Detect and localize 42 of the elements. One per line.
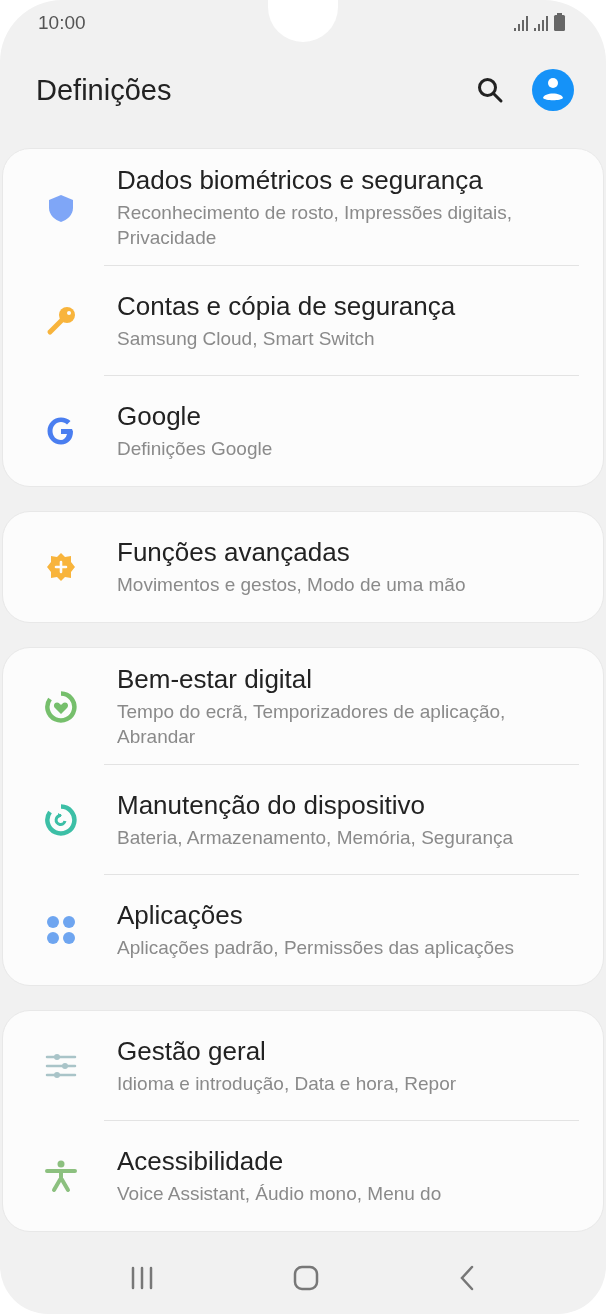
settings-item[interactable]: Bem-estar digital Tempo do ecrã, Temporizadores de aplicação, Abrandar [3, 648, 603, 765]
item-subtitle: Definições Google [117, 437, 273, 461]
search-icon [476, 76, 504, 104]
item-title: Contas e cópia de segurança [117, 291, 456, 322]
item-subtitle: Movimentos e gestos, Modo de uma mão [117, 573, 466, 597]
item-subtitle: Idioma e introdução, Data e hora, Repor [117, 1072, 457, 1096]
status-time: 10:00 [38, 12, 86, 34]
item-title: Aplicações [117, 900, 244, 931]
item-subtitle: Samsung Cloud, Smart Switch [117, 327, 376, 351]
item-title: Google [117, 401, 202, 432]
accessibility-icon [44, 1159, 78, 1193]
item-title: Dados biométricos e segurança [117, 165, 484, 196]
home-button[interactable] [293, 1265, 319, 1291]
page-title: Definições [36, 73, 173, 107]
item-subtitle: Voice Assistant, Áudio mono, Menu do [117, 1182, 442, 1206]
item-title: Gestão geral [117, 1036, 267, 1067]
gear-plus-icon [44, 550, 78, 584]
settings-item[interactable]: Dados biométricos e segurança Reconhecimento de rosto, Impressões digitais, Privacidade [3, 149, 603, 266]
item-subtitle: Reconhecimento de rosto, Impressões digitais, Privacidade [117, 201, 513, 250]
search-button[interactable] [476, 76, 504, 104]
item-subtitle: Aplicações padrão, Permissões das aplicações [117, 936, 515, 960]
apps-icon [44, 913, 78, 947]
item-subtitle: Tempo do ecrã, Temporizadores de aplicação, Abrandar [117, 700, 507, 749]
settings-item[interactable]: Funções avançadas Movimentos e gestos, Modo de uma mão [3, 512, 603, 622]
settings-item[interactable]: Acessibilidade Voice Assistant, Áudio mono, Menu do [3, 1121, 603, 1231]
home-icon [293, 1265, 319, 1291]
settings-item[interactable]: Manutenção do dispositivo Bateria, Armazenamento, Memória, Segurança [3, 765, 603, 875]
item-title: Manutenção do dispositivo [117, 790, 426, 821]
item-title: Bem-estar digital [117, 664, 314, 695]
settings-item[interactable]: Contas e cópia de segurança Samsung Cloud, Smart Switch [3, 266, 603, 376]
avatar-icon [532, 69, 574, 111]
refresh-ring-icon [44, 803, 78, 837]
settings-item[interactable]: Gestão geral Idioma e introdução, Data e hora, Repor [3, 1011, 603, 1121]
settings-item[interactable]: Google Definições Google [3, 376, 603, 486]
recent-apps-button[interactable] [129, 1266, 154, 1290]
heart-ring-icon [44, 689, 78, 724]
item-title: Acessibilidade [117, 1146, 285, 1177]
item-title: Funções avançadas [117, 537, 351, 568]
item-subtitle: Bateria, Armazenamento, Memória, Segurança [117, 826, 514, 850]
settings-item[interactable]: Aplicações Aplicações padrão, Permissões das aplicações [3, 875, 603, 985]
recent-apps-icon [129, 1266, 154, 1290]
profile-button[interactable] [532, 69, 574, 111]
